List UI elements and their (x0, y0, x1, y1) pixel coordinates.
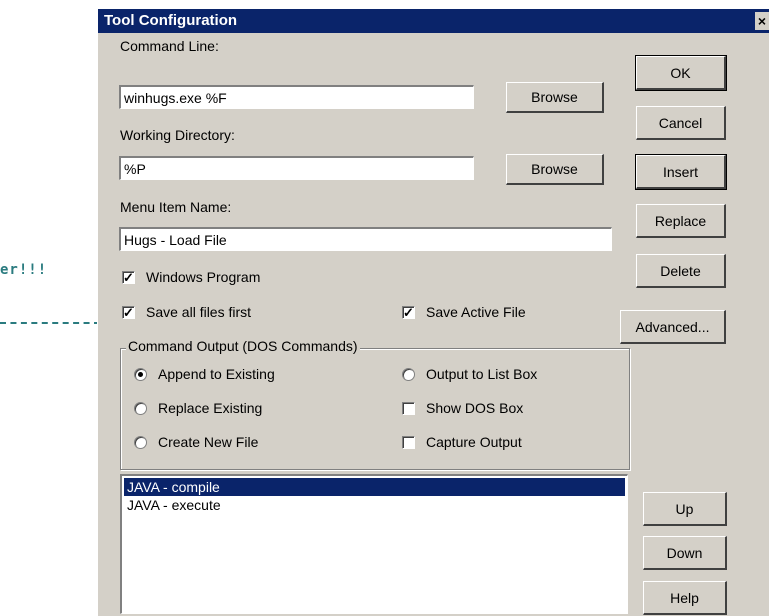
menu-item-name-input[interactable]: Hugs - Load File (119, 227, 612, 251)
working-directory-label: Working Directory: (120, 127, 235, 143)
append-to-existing-radio[interactable]: Append to Existing (134, 366, 275, 382)
command-line-browse-button[interactable]: Browse (506, 82, 604, 113)
show-dos-box-checkbox[interactable]: Show DOS Box (402, 400, 523, 416)
radio-icon (134, 435, 147, 449)
working-directory-input[interactable]: %P (119, 156, 474, 180)
cancel-button[interactable]: Cancel (636, 106, 726, 140)
list-item[interactable]: JAVA - compile (124, 478, 625, 496)
down-button[interactable]: Down (643, 536, 727, 570)
command-line-label: Command Line: (120, 38, 219, 54)
title-bar[interactable]: Tool Configuration × (98, 9, 769, 33)
delete-button[interactable]: Delete (636, 254, 726, 288)
command-output-group-title: Command Output (DOS Commands) (126, 338, 360, 354)
check-icon: ✓ (122, 304, 135, 320)
ok-button[interactable]: OK (635, 55, 727, 91)
insert-button[interactable]: Insert (635, 154, 727, 190)
radio-icon (402, 367, 415, 381)
show-dos-box-label: Show DOS Box (426, 400, 524, 416)
capture-output-checkbox[interactable]: Capture Output (402, 434, 522, 450)
replace-existing-radio[interactable]: Replace Existing (134, 400, 262, 416)
checkbox-icon (402, 401, 415, 415)
capture-output-label: Capture Output (426, 434, 522, 450)
radio-icon (134, 401, 147, 415)
save-active-file-label: Save Active File (426, 304, 526, 320)
check-icon: ✓ (122, 269, 135, 285)
checkbox-icon (402, 435, 415, 449)
dialog-title: Tool Configuration (104, 12, 238, 29)
background-editor-text: er!!! (0, 262, 48, 278)
list-item[interactable]: JAVA - execute (124, 496, 625, 514)
output-to-list-box-label: Output to List Box (426, 366, 538, 382)
background-dashed-line (0, 322, 100, 324)
create-new-file-label: Create New File (158, 434, 259, 450)
command-line-input[interactable]: winhugs.exe %F (119, 85, 474, 109)
output-to-list-box-radio[interactable]: Output to List Box (402, 366, 537, 382)
help-button[interactable]: Help (643, 581, 727, 615)
windows-program-label: Windows Program (146, 269, 261, 285)
advanced-button[interactable]: Advanced... (620, 310, 726, 344)
save-active-file-checkbox[interactable]: ✓ Save Active File (402, 304, 526, 320)
working-directory-browse-button[interactable]: Browse (506, 154, 604, 185)
check-icon: ✓ (402, 304, 415, 320)
tools-list[interactable]: JAVA - compile JAVA - execute (120, 474, 628, 614)
save-all-files-first-label: Save all files first (146, 304, 252, 320)
save-all-files-first-checkbox[interactable]: ✓ Save all files first (122, 304, 251, 320)
replace-button[interactable]: Replace (636, 204, 726, 238)
menu-item-name-label: Menu Item Name: (120, 199, 232, 215)
append-to-existing-label: Append to Existing (158, 366, 275, 382)
windows-program-checkbox[interactable]: ✓ Windows Program (122, 269, 260, 285)
create-new-file-radio[interactable]: Create New File (134, 434, 258, 450)
up-button[interactable]: Up (643, 492, 727, 526)
radio-selected-icon (134, 367, 147, 381)
tool-configuration-dialog: Tool Configuration × Command Line: winhu… (97, 8, 769, 616)
close-icon[interactable]: × (755, 12, 769, 30)
replace-existing-label: Replace Existing (158, 400, 263, 416)
